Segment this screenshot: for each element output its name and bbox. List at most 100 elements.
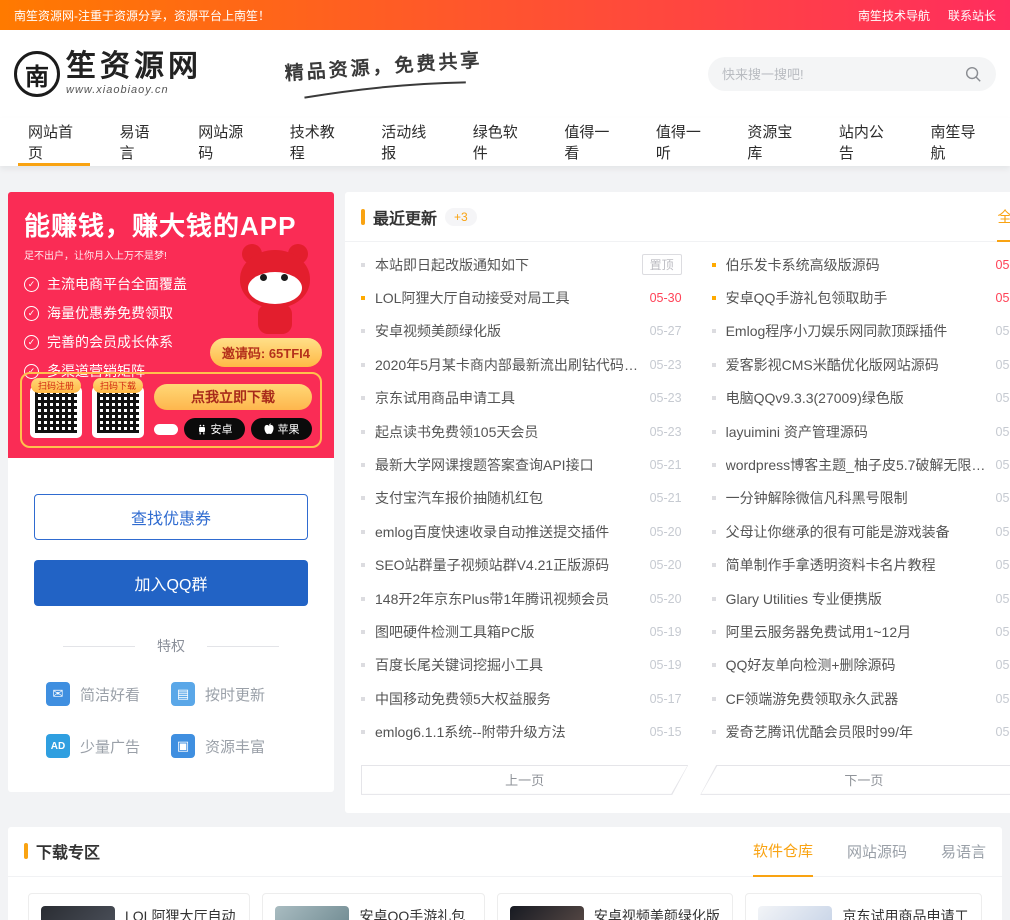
article-title[interactable]: Glary Utilities 专业便携版: [726, 589, 986, 609]
article-title[interactable]: 本站即日起改版通知如下: [375, 255, 632, 275]
nav-item[interactable]: 绿色软件: [453, 118, 545, 166]
article-title[interactable]: 爱奇艺腾讯优酷会员限时99/年: [726, 722, 986, 742]
nav-item[interactable]: 南笙导航: [910, 118, 1002, 166]
article-title[interactable]: 起点读书免费领105天会员: [375, 422, 640, 442]
list-item[interactable]: 爱奇艺腾讯优酷会员限时99/年 05-15: [712, 715, 1010, 748]
list-item[interactable]: 安卓QQ手游礼包领取助手 05-30: [712, 281, 1010, 314]
list-item[interactable]: 爱客影视CMS米酷优化版网站源码 05-23: [712, 348, 1010, 381]
download-card[interactable]: 安卓QQ手游礼包领取助手: [262, 893, 484, 920]
article-title[interactable]: 最新大学网课搜题答案查询API接口: [375, 455, 640, 475]
site-logo[interactable]: 南 笙资源网 www.xiaobiaoy.cn: [14, 51, 202, 97]
search-icon[interactable]: [964, 65, 982, 83]
nav-item[interactable]: 网站首页: [8, 118, 100, 166]
article-title[interactable]: 百度长尾关键词挖掘小工具: [375, 655, 640, 675]
list-item[interactable]: Emlog程序小刀娱乐网同款顶踩插件 05-24: [712, 315, 1010, 348]
list-item[interactable]: layuimini 资产管理源码 05-21: [712, 415, 1010, 448]
nav-item[interactable]: 活动线报: [361, 118, 453, 166]
app-ad-banner[interactable]: 能赚钱，赚大钱的APP 足不出户，让你月入上万不是梦! 主流电商平台全面覆盖 海…: [8, 192, 334, 458]
list-item[interactable]: 本站即日起改版通知如下 置顶: [361, 248, 682, 281]
article-title[interactable]: 148开2年京东Plus带1年腾讯视频会员: [375, 589, 640, 609]
list-item[interactable]: 京东试用商品申请工具 05-23: [361, 382, 682, 415]
article-title[interactable]: 京东试用商品申请工具: [375, 388, 640, 408]
list-item[interactable]: 伯乐发卡系统高级版源码 05-30: [712, 248, 1010, 281]
card-title[interactable]: 安卓QQ手游礼包领取助手: [359, 906, 471, 920]
search-box[interactable]: [708, 57, 996, 91]
download-tab[interactable]: 易语言: [941, 827, 986, 876]
nav-item[interactable]: 技术教程: [270, 118, 362, 166]
article-title[interactable]: 2020年5月某卡商内部最新流出刷钻代码 全...: [375, 355, 640, 375]
list-item[interactable]: 阿里云服务器免费试用1~12月 05-19: [712, 615, 1010, 648]
next-page-button[interactable]: 下一页: [700, 765, 1010, 795]
list-item[interactable]: 最新大学网课搜题答案查询API接口 05-21: [361, 448, 682, 481]
article-title[interactable]: 父母让你继承的很有可能是游戏装备: [726, 522, 986, 542]
list-item[interactable]: 一分钟解除微信凡科黑号限制 05-21: [712, 482, 1010, 515]
list-item[interactable]: 支付宝汽车报价抽随机红包 05-21: [361, 482, 682, 515]
nav-item[interactable]: 值得一看: [544, 118, 636, 166]
download-card[interactable]: 安卓视频美颜绿化版 ★★★☆☆/ 2020-05-: [497, 893, 734, 920]
topbar-link[interactable]: 联系站长: [948, 7, 996, 24]
list-item[interactable]: 安卓视频美颜绿化版 05-27: [361, 315, 682, 348]
article-title[interactable]: SEO站群量子视频站群V4.21正版源码: [375, 555, 640, 575]
nav-item[interactable]: 资源宝库: [727, 118, 819, 166]
android-button[interactable]: 安卓: [184, 418, 245, 440]
article-title[interactable]: 支付宝汽车报价抽随机红包: [375, 488, 640, 508]
list-item[interactable]: 电脑QQv9.3.3(27009)绿色版 05-23: [712, 382, 1010, 415]
nav-item[interactable]: 站内公告: [819, 118, 911, 166]
article-title[interactable]: 图吧硬件检测工具箱PC版: [375, 622, 640, 642]
article-title[interactable]: 爱客影视CMS米酷优化版网站源码: [726, 355, 986, 375]
list-item[interactable]: 中国移动免费领5大权益服务 05-17: [361, 682, 682, 715]
article-title[interactable]: CF领端游免费领取永久武器: [726, 689, 986, 709]
card-title[interactable]: 京东试用商品申请工具: [842, 906, 969, 920]
article-title[interactable]: 简单制作手拿透明资料卡名片教程: [726, 555, 986, 575]
article-title[interactable]: LOL阿狸大厅自动接受对局工具: [375, 288, 640, 308]
nav-item[interactable]: 网站源码: [178, 118, 270, 166]
join-qq-group-button[interactable]: 加入QQ群: [34, 560, 308, 606]
list-item[interactable]: wordpress博客主题_柚子皮5.7破解无限制版 05-21: [712, 448, 1010, 481]
article-title[interactable]: 中国移动免费领5大权益服务: [375, 689, 640, 709]
topbar-link[interactable]: 南笙技术导航: [858, 7, 930, 24]
bullet-icon: [712, 697, 716, 701]
card-title[interactable]: LOL阿狸大厅自动接受对局工具: [125, 906, 237, 920]
bullet-icon: [712, 463, 716, 467]
list-item[interactable]: 父母让你继承的很有可能是游戏装备 05-20: [712, 515, 1010, 548]
article-title[interactable]: 阿里云服务器免费试用1~12月: [726, 622, 986, 642]
article-title[interactable]: 安卓QQ手游礼包领取助手: [726, 288, 986, 308]
prev-page-button[interactable]: 上一页: [361, 765, 688, 795]
article-title[interactable]: wordpress博客主题_柚子皮5.7破解无限制版: [726, 455, 986, 475]
list-item[interactable]: 起点读书免费领105天会员 05-23: [361, 415, 682, 448]
find-coupon-button[interactable]: 查找优惠券: [34, 494, 308, 540]
list-item[interactable]: emlog6.1.1系统--附带升级方法 05-15: [361, 715, 682, 748]
card-title[interactable]: 安卓视频美颜绿化版: [594, 906, 721, 920]
article-title[interactable]: 安卓视频美颜绿化版: [375, 321, 640, 341]
list-item[interactable]: SEO站群量子视频站群V4.21正版源码 05-20: [361, 549, 682, 582]
list-item[interactable]: emlog百度快速收录自动推送提交插件 05-20: [361, 515, 682, 548]
article-title[interactable]: 一分钟解除微信凡科黑号限制: [726, 488, 986, 508]
download-tab[interactable]: 软件仓库: [753, 827, 813, 877]
view-all-link[interactable]: 全部: [997, 192, 1010, 242]
ios-button[interactable]: 苹果: [251, 418, 312, 440]
article-title[interactable]: emlog6.1.1系统--附带升级方法: [375, 722, 640, 742]
article-title[interactable]: QQ好友单向检测+删除源码: [726, 655, 986, 675]
nav-item[interactable]: 值得一听: [636, 118, 728, 166]
nav-item[interactable]: 易语言: [100, 118, 179, 166]
download-card[interactable]: LOL阿狸大厅自动接受对局工具: [28, 893, 250, 920]
article-title[interactable]: Emlog程序小刀娱乐网同款顶踩插件: [726, 321, 986, 341]
download-tab[interactable]: 网站源码: [847, 827, 907, 876]
article-title[interactable]: emlog百度快速收录自动推送提交插件: [375, 522, 640, 542]
download-now-button[interactable]: 点我立即下载: [154, 384, 312, 410]
article-title[interactable]: layuimini 资产管理源码: [726, 422, 986, 442]
list-item[interactable]: 2020年5月某卡商内部最新流出刷钻代码 全... 05-23: [361, 348, 682, 381]
list-item[interactable]: Glary Utilities 专业便携版 05-19: [712, 582, 1010, 615]
list-item[interactable]: 图吧硬件检测工具箱PC版 05-19: [361, 615, 682, 648]
privilege-item: 按时更新: [171, 682, 296, 706]
list-item[interactable]: 148开2年京东Plus带1年腾讯视频会员 05-20: [361, 582, 682, 615]
search-input[interactable]: [722, 67, 964, 82]
download-card[interactable]: 京东试用商品申请工具 ★★★☆☆/ 2020-05-: [745, 893, 982, 920]
list-item[interactable]: LOL阿狸大厅自动接受对局工具 05-30: [361, 281, 682, 314]
list-item[interactable]: 百度长尾关键词挖掘小工具 05-19: [361, 649, 682, 682]
article-title[interactable]: 伯乐发卡系统高级版源码: [726, 255, 986, 275]
list-item[interactable]: 简单制作手拿透明资料卡名片教程 05-20: [712, 549, 1010, 582]
list-item[interactable]: CF领端游免费领取永久武器 05-16: [712, 682, 1010, 715]
list-item[interactable]: QQ好友单向检测+删除源码 05-17: [712, 649, 1010, 682]
article-title[interactable]: 电脑QQv9.3.3(27009)绿色版: [726, 388, 986, 408]
